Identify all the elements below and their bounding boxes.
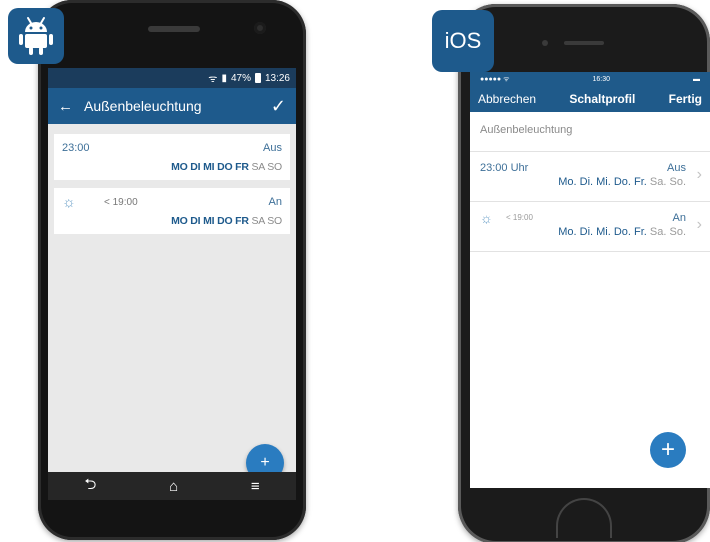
ios-status-bar: ●●●●● ᯤ 16:30 ▬ — [470, 72, 710, 86]
inactive-days: SA SO — [251, 161, 282, 173]
schedule-row[interactable]: ☼ < 19:00 An MO DI MI DO FR SA SO — [54, 188, 290, 234]
schedule-list: 23:00 Aus MO DI MI DO FR SA SO ☼ < 19:00… — [48, 124, 296, 234]
schedule-row[interactable]: 23:00 Aus MO DI MI DO FR SA SO — [54, 134, 290, 180]
arrow-left-icon[interactable]: ← — [58, 98, 84, 115]
check-icon[interactable]: ✓ — [271, 96, 286, 117]
profile-name-field[interactable]: Außenbeleuchtung — [470, 112, 710, 152]
switch-state: Aus — [667, 162, 686, 174]
android-robot-icon — [19, 17, 53, 55]
carrier-signal: ●●●●● ᯤ — [480, 75, 510, 83]
switch-time: < 19:00 — [104, 197, 138, 208]
home-nav-icon[interactable]: ⌂ — [169, 478, 178, 495]
ios-badge: iOS — [432, 10, 494, 72]
home-button[interactable] — [556, 498, 612, 538]
android-speaker — [148, 26, 200, 32]
wifi-icon: ᯤ — [208, 74, 218, 85]
android-logo-badge — [8, 8, 64, 64]
switch-state: An — [268, 196, 282, 208]
status-time: 16:30 — [592, 75, 610, 83]
android-nav-bar: ⮌ ⌂ ≡ — [48, 472, 296, 500]
active-days: Mo. Di. Mi. Do. Fr. — [558, 176, 647, 188]
switch-state: Aus — [263, 142, 282, 154]
iphone-device: ●●●●● ᯤ 16:30 ▬ Abbrechen Schaltprofil F… — [458, 4, 710, 542]
switch-time: < 19:00 — [506, 213, 533, 222]
page-title: Schaltprofil — [569, 92, 636, 106]
switch-state: An — [672, 212, 686, 224]
iphone-camera — [542, 40, 548, 46]
battery-level: 47% — [230, 72, 251, 84]
cancel-button[interactable]: Abbrechen — [478, 92, 536, 106]
status-time: 13:26 — [264, 72, 290, 84]
menu-nav-icon[interactable]: ≡ — [251, 478, 260, 495]
android-camera — [254, 22, 266, 34]
ios-nav-bar: Abbrechen Schaltprofil Fertig — [470, 86, 710, 112]
ios-screen: ●●●●● ᯤ 16:30 ▬ Abbrechen Schaltprofil F… — [470, 72, 710, 488]
active-days: MO DI MI DO FR — [171, 161, 249, 173]
schedule-row[interactable]: ☼ < 19:00 An Mo. Di. Mi. Do. Fr. Sa. So.… — [470, 202, 710, 252]
switch-time: 23:00 — [62, 142, 90, 154]
signal-icon: ▮ — [221, 72, 227, 84]
sunset-icon: ☼ — [480, 210, 493, 226]
switch-time: 23:00 Uhr — [480, 162, 529, 174]
chevron-right-icon: › — [696, 166, 702, 183]
android-device: ᯤ ▮ 47% 13:26 ← Außenbeleuchtung ✓ 23:00… — [38, 0, 306, 540]
android-screen: ᯤ ▮ 47% 13:26 ← Außenbeleuchtung ✓ 23:00… — [48, 68, 296, 500]
battery-icon: ▬ — [692, 75, 700, 83]
back-nav-icon[interactable]: ⮌ — [84, 474, 96, 499]
inactive-days: Sa. So. — [649, 176, 686, 188]
done-button[interactable]: Fertig — [669, 92, 702, 106]
iphone-speaker — [564, 41, 604, 45]
battery-icon — [254, 73, 261, 83]
weekdays: MO DI MI DO FR SA SO — [171, 215, 282, 227]
android-app-bar: ← Außenbeleuchtung ✓ — [48, 88, 296, 124]
page-title: Außenbeleuchtung — [84, 98, 202, 114]
add-button[interactable]: + — [650, 432, 686, 468]
active-days: Mo. Di. Mi. Do. Fr. — [558, 226, 647, 238]
weekdays: Mo. Di. Mi. Do. Fr. Sa. So. — [558, 226, 686, 238]
chevron-right-icon: › — [696, 216, 702, 233]
inactive-days: Sa. So. — [649, 226, 686, 238]
inactive-days: SA SO — [251, 215, 282, 227]
active-days: MO DI MI DO FR — [171, 215, 249, 227]
schedule-row[interactable]: 23:00 Uhr Aus Mo. Di. Mi. Do. Fr. Sa. So… — [470, 152, 710, 202]
weekdays: Mo. Di. Mi. Do. Fr. Sa. So. — [558, 176, 686, 188]
android-status-bar: ᯤ ▮ 47% 13:26 — [48, 68, 296, 88]
sunset-icon: ☼ — [62, 194, 76, 211]
weekdays: MO DI MI DO FR SA SO — [171, 161, 282, 173]
